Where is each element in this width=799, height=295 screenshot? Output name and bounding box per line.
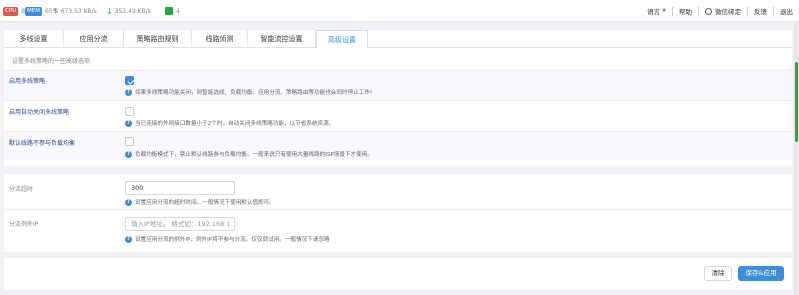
clear-button[interactable]: 清除: [704, 266, 732, 281]
scrollbar-thumb[interactable]: [795, 62, 798, 142]
question-icon: ?: [125, 150, 132, 158]
split-card: [4, 174, 792, 252]
upload-value: 673.53 KB/s: [60, 7, 97, 15]
divider: [672, 6, 673, 16]
hint-split-timeout: ? 设置应用分流的超时时间。一般情况下使用默认值即可。: [125, 198, 275, 206]
save-apply-button[interactable]: 保存&应用: [738, 266, 784, 281]
wechat-icon[interactable]: [705, 7, 712, 15]
tab-app-split[interactable]: 应用分流: [64, 30, 124, 48]
memory-icon: MEM: [25, 6, 42, 16]
hint-text: 如果多线策略功能关闭，则智能选线、负载均衡、应用分流、策略路由等功能也会同时停止…: [135, 90, 373, 96]
hint-enable-policy: ? 如果多线策略功能关闭，则智能选线、负载均衡、应用分流、策略路由等功能也会同时…: [125, 88, 372, 96]
checkbox-auto-close[interactable]: [125, 107, 134, 116]
label-enable-policy: 启用多线策略: [9, 78, 46, 85]
question-icon: ?: [125, 119, 132, 127]
split-timeout-input[interactable]: [125, 181, 235, 195]
hint-default-route: ? 负载均衡模式下，禁止默认线路参与负载均衡。一般来说只有使用大量线路的ISP场…: [125, 150, 373, 158]
row-default-route: [4, 131, 792, 161]
hint-text: 设置应用分流的例外IP，例外IP将不参与分流。仅仅调试用。一般情况下请忽略: [135, 237, 330, 243]
top-status-bar: CPU 8% MEM 65% ↑ 673.53 KB/s ↓ 352.49 KB…: [0, 0, 799, 22]
upload-arrow-icon: ↑: [52, 6, 59, 16]
footer-bar: [4, 258, 792, 290]
tab-multiline[interactable]: 多线设置: [4, 30, 64, 48]
logout-link[interactable]: 退出: [780, 6, 793, 16]
tab-bar: 多线设置 应用分流 策略路由规则 线路侦测 智能流控设置 高级设置: [4, 30, 792, 49]
tab-advanced[interactable]: 高级设置: [316, 30, 368, 49]
section-subtitle: 设置多线策略的一些高级选项: [12, 58, 91, 65]
row-enable-policy: [4, 70, 792, 100]
help-link[interactable]: 帮助: [679, 6, 692, 16]
divider: [773, 6, 774, 16]
scrollbar[interactable]: [794, 22, 799, 295]
hint-text: 当已连接的外网接口数量小于2个时，自动关闭多线策略功能，以节省系统资源。: [135, 121, 335, 127]
language-menu[interactable]: 语言: [647, 6, 660, 16]
divider: [698, 6, 699, 16]
cpu-icon: CPU: [3, 6, 19, 16]
checkbox-enable-policy[interactable]: [125, 76, 134, 85]
upload-stat: ↑ 673.53 KB/s: [52, 5, 97, 17]
tab-line-detect[interactable]: 线路侦测: [192, 30, 248, 48]
divider: [747, 6, 748, 16]
row-auto-close: [4, 100, 792, 130]
hint-text: 负载均衡模式下，禁止默认线路参与负载均衡。一般来说只有使用大量线路的ISP场景下…: [135, 152, 373, 158]
label-exclude-ip: 分流例外IP: [9, 221, 39, 228]
hint-text: 设置应用分流的超时时间。一般情况下使用默认值即可。: [135, 200, 275, 206]
question-icon: ?: [125, 235, 132, 243]
top-right-menu: 语言 ▼ 帮助 微信绑定 反馈 退出: [647, 5, 793, 17]
monitor-icon: [165, 7, 173, 15]
tab-flow-control[interactable]: 智能流控设置: [248, 30, 316, 48]
download-arrow-icon: ↓: [106, 6, 113, 16]
online-stat: 4: [165, 5, 180, 17]
question-icon: ?: [125, 88, 132, 96]
tab-policy-route[interactable]: 策略路由规则: [124, 30, 192, 48]
wechat-bind-link[interactable]: 微信绑定: [715, 6, 741, 16]
download-value: 352.49 KB/s: [114, 7, 151, 15]
label-default-route: 默认线路不参与负载均衡: [9, 140, 76, 147]
chevron-down-icon[interactable]: ▼: [662, 8, 666, 14]
exclude-ip-input[interactable]: [125, 217, 235, 231]
label-split-timeout: 分流超时: [9, 186, 34, 193]
checkbox-default-route[interactable]: [125, 137, 134, 146]
label-auto-close: 启用自动关闭多线策略: [9, 109, 70, 116]
divider-row: [4, 209, 792, 210]
question-icon: ?: [125, 198, 132, 206]
feedback-link[interactable]: 反馈: [754, 6, 767, 16]
hint-exclude-ip: ? 设置应用分流的例外IP，例外IP将不参与分流。仅仅调试用。一般情况下请忽略: [125, 235, 330, 243]
online-value: 4: [176, 7, 180, 15]
download-stat: ↓ 352.49 KB/s: [106, 5, 151, 17]
hint-auto-close: ? 当已连接的外网接口数量小于2个时，自动关闭多线策略功能，以节省系统资源。: [125, 119, 334, 127]
